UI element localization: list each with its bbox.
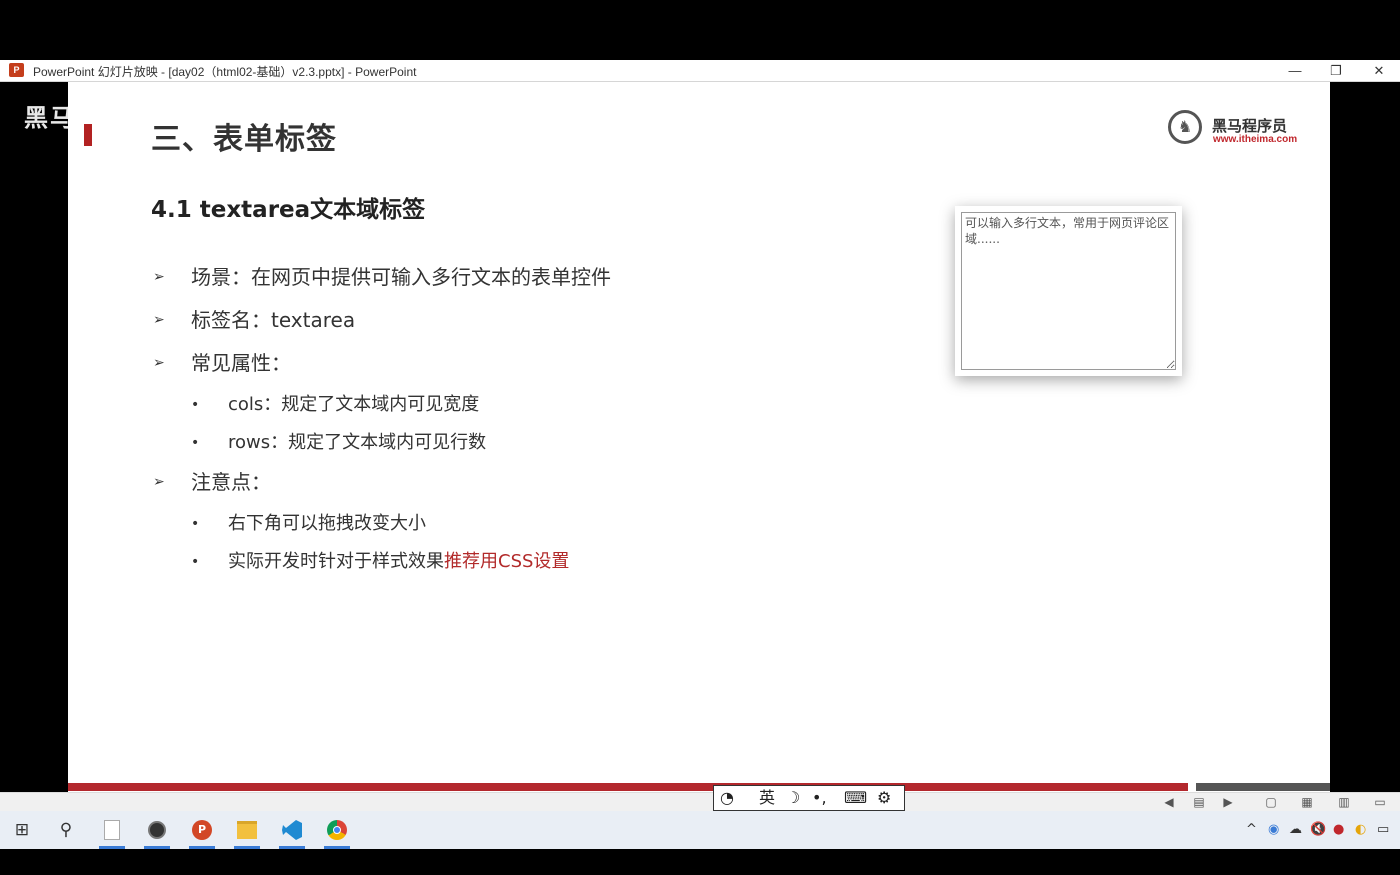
vscode-app-icon[interactable] [277, 817, 307, 849]
punctuation-icon[interactable]: •, [812, 789, 827, 807]
textarea-demo-card: 可以输入多行文本，常用于网页评论区域...... [955, 206, 1182, 376]
arrow-bullet-icon: ➢ [153, 269, 165, 285]
moon-icon[interactable]: ☽ [786, 789, 800, 807]
restore-button[interactable]: ❐ [1316, 60, 1356, 81]
settings-icon[interactable]: ⚙ [877, 789, 891, 807]
slide-footer-red-bar [68, 783, 1188, 791]
ime-toolbar: ◔ 英 ☽ •, ⌨ ⚙ [713, 785, 905, 811]
sub-bullet-text: 实际开发时针对于样式效果推荐用CSS设置 [228, 548, 569, 576]
slide-footer-grey-bar [1196, 783, 1330, 791]
heading-accent-bar [84, 124, 92, 146]
windows-start-icon[interactable]: ⊞ [7, 817, 37, 843]
bullet-text: 标签名：textarea [191, 308, 356, 332]
sub-bullet-item: • 右下角可以拖拽改变大小 [153, 510, 953, 548]
volume-muted-icon[interactable]: 🔇 [1310, 822, 1326, 838]
obs-app-icon[interactable] [142, 817, 172, 849]
dot-bullet-icon: • [191, 397, 200, 413]
powerpoint-app-icon[interactable]: P [187, 817, 217, 849]
next-slide-icon[interactable]: ▶ [1219, 795, 1237, 810]
dot-bullet-icon: • [191, 554, 200, 570]
reading-view-icon[interactable]: ▥ [1335, 795, 1353, 810]
folder-app-icon[interactable] [232, 817, 262, 849]
sub-bullet-item: • 实际开发时针对于样式效果推荐用CSS设置 [153, 548, 953, 586]
demo-textarea[interactable]: 可以输入多行文本，常用于网页评论区域...... [961, 212, 1176, 370]
normal-view-icon[interactable]: ▢ [1262, 795, 1280, 810]
chrome-app-icon[interactable] [322, 817, 352, 849]
bullet-item: ➢ 注意点： [153, 467, 953, 510]
sub-bullet-text-plain: 实际开发时针对于样式效果 [228, 551, 444, 572]
tray-chevron-icon[interactable]: ^ [1246, 822, 1257, 838]
notes-icon[interactable]: ▤ [1190, 795, 1208, 810]
arrow-bullet-icon: ➢ [153, 355, 165, 371]
sub-bullet-text: 右下角可以拖拽改变大小 [228, 513, 426, 534]
window-title: PowerPoint 幻灯片放映 - [day02（html02-基础）v2.3… [33, 65, 417, 79]
bullet-item: ➢ 常见属性： [153, 348, 953, 391]
sub-bullet-text: cols：规定了文本域内可见宽度 [228, 394, 480, 415]
previous-slide-icon[interactable]: ◀ [1160, 795, 1178, 810]
tray-app-icon[interactable]: ◉ [1268, 822, 1279, 838]
ime-logo-icon[interactable]: ◔ [720, 789, 734, 807]
dot-bullet-icon: • [191, 516, 200, 532]
slideshow-view-icon[interactable]: ▭ [1371, 795, 1389, 810]
itheima-logo: ♞ 黑马程序员 www.itheima.com [1168, 110, 1298, 150]
bullet-text: 注意点： [191, 470, 271, 494]
tray-red-app-icon[interactable]: ● [1333, 822, 1344, 838]
slide-sorter-icon[interactable]: ▦ [1298, 795, 1316, 810]
window-titlebar: P PowerPoint 幻灯片放映 - [day02（html02-基础）v2… [0, 60, 1400, 82]
sub-bullet-text: rows：规定了文本域内可见行数 [228, 432, 487, 453]
dot-bullet-icon: • [191, 435, 200, 451]
bullet-text: 场景：在网页中提供可输入多行文本的表单控件 [191, 265, 611, 289]
sub-bullet-text-highlight: 推荐用CSS设置 [444, 551, 570, 572]
horse-logo-icon: ♞ [1168, 110, 1202, 144]
logo-name: 黑马程序员 [1212, 117, 1288, 135]
bullet-list: ➢ 场景：在网页中提供可输入多行文本的表单控件 ➢ 标签名：textarea ➢… [153, 262, 953, 586]
keyboard-icon[interactable]: ⌨ [844, 789, 867, 807]
slide-subheading: 4.1 textarea文本域标签 [151, 197, 426, 223]
bullet-text: 常见属性： [191, 351, 291, 375]
tray-yellow-app-icon[interactable]: ◐ [1355, 822, 1366, 838]
notification-icon[interactable]: ▭ [1377, 822, 1389, 838]
close-button[interactable]: ✕ [1359, 60, 1399, 81]
minimize-button[interactable]: — [1275, 60, 1315, 81]
powerpoint-app-icon: P [9, 63, 24, 77]
ime-mode-button[interactable]: 英 [759, 789, 775, 807]
bottom-black-border [0, 849, 1400, 875]
cloud-icon[interactable]: ☁ [1289, 822, 1302, 838]
slide-canvas[interactable]: 三、表单标签 ♞ 黑马程序员 www.itheima.com 4.1 texta… [68, 82, 1330, 792]
slide-heading: 三、表单标签 [151, 122, 337, 157]
arrow-bullet-icon: ➢ [153, 474, 165, 490]
sub-bullet-item: • cols：规定了文本域内可见宽度 [153, 391, 953, 429]
sub-bullet-item: • rows：规定了文本域内可见行数 [153, 429, 953, 467]
bullet-item: ➢ 标签名：textarea [153, 305, 953, 348]
document-app-icon[interactable] [97, 817, 127, 849]
arrow-bullet-icon: ➢ [153, 312, 165, 328]
bullet-item: ➢ 场景：在网页中提供可输入多行文本的表单控件 [153, 262, 953, 305]
search-icon[interactable]: ⚲ [51, 817, 81, 843]
logo-url: www.itheima.com [1213, 134, 1298, 145]
slideshow-status-bar: ◀ ▤ ▶ ▢ ▦ ▥ ▭ [0, 792, 1400, 812]
windows-taskbar: ⊞ ⚲ P ^ ◉ ☁ 🔇 ● ◐ ▭ [0, 811, 1400, 849]
